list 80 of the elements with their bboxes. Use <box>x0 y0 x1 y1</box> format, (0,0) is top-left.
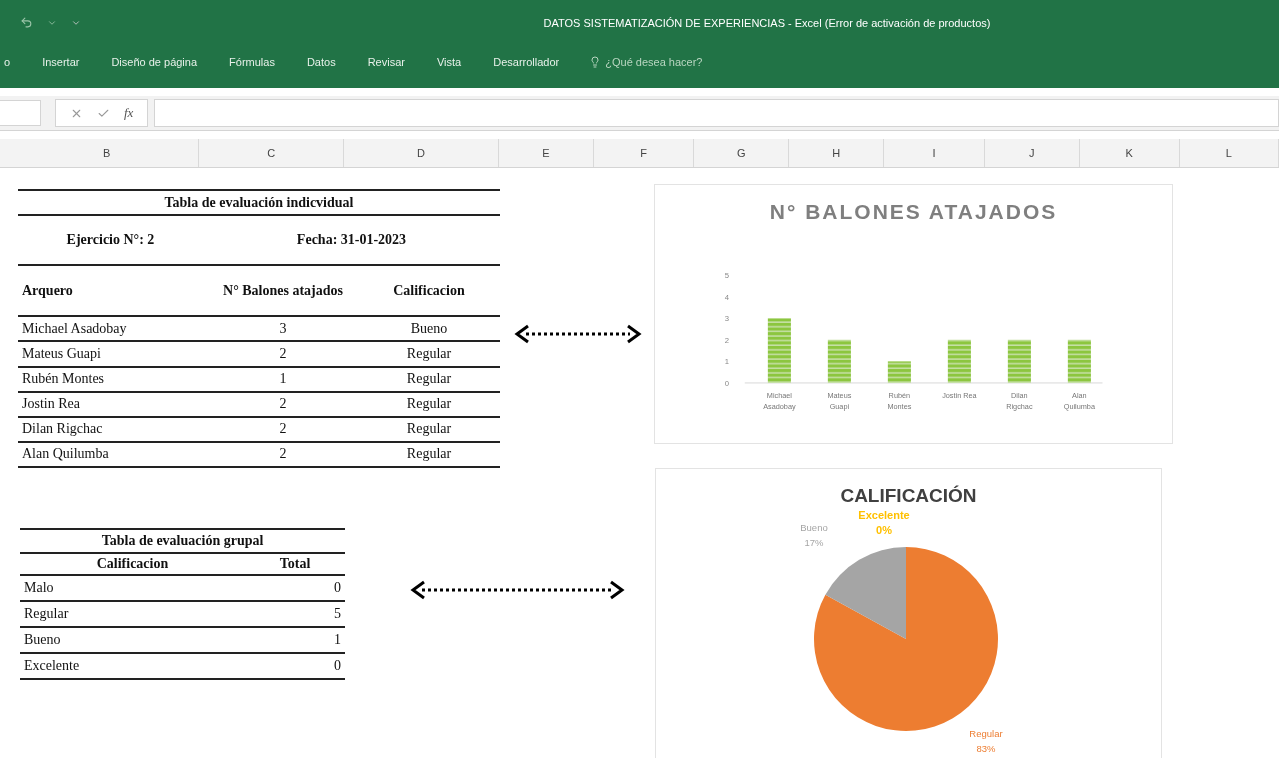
slice-label: Bueno 17% <box>800 522 828 548</box>
table-cell-text: Dilan Rigchac <box>21 421 104 438</box>
column-header[interactable]: K <box>1079 139 1180 167</box>
column-heading: Arquero <box>21 282 74 299</box>
table-cell-text: Regular <box>405 446 453 463</box>
chart-title: CALIFICACIÓN <box>840 485 977 507</box>
lightbulb-icon <box>589 56 602 68</box>
table-cell-text: 0 <box>333 658 342 674</box>
column-heading: Total <box>278 556 312 572</box>
table-cell-text: Malo <box>23 580 55 596</box>
bar <box>1067 339 1091 383</box>
tell-me-field[interactable]: ¿Qué desea hacer? <box>575 56 703 68</box>
date-label: Fecha: 31-01-2023 <box>295 232 408 249</box>
ribbon-tab[interactable]: Diseño de página <box>95 45 214 79</box>
bar <box>947 339 971 383</box>
table-cell-text: 2 <box>278 421 288 438</box>
bar <box>827 339 851 383</box>
table-cell-text: Jostin Rea <box>21 396 81 413</box>
column-header[interactable]: H <box>789 139 885 167</box>
ribbon-tab[interactable]: Insertar <box>26 45 96 79</box>
column-heading: N° Balones atajados <box>222 282 344 299</box>
table-cell-text: 0 <box>333 580 342 596</box>
table-title: Tabla de evaluación indicvidual <box>18 189 500 216</box>
column-header[interactable]: G <box>694 139 790 167</box>
table-cell-text: 1 <box>278 371 288 388</box>
column-header[interactable]: J <box>984 139 1080 167</box>
table-title: Tabla de evaluación grupal <box>20 528 345 554</box>
axis-tick-label: 5 <box>724 271 729 281</box>
table-cell-text: Regular <box>405 421 453 438</box>
ribbon-tab[interactable]: Fórmulas <box>213 45 291 79</box>
ribbon-tab[interactable]: Desarrollador <box>477 45 576 79</box>
bar <box>1007 339 1031 383</box>
column-header[interactable]: L <box>1179 139 1279 167</box>
table-cell-text: Regular <box>405 396 453 413</box>
double-arrow-icon <box>514 324 642 344</box>
slice-label: Regular 83% <box>969 728 1003 754</box>
double-arrow-icon <box>410 580 625 600</box>
bar <box>887 361 911 383</box>
ribbon-tab[interactable]: Vista <box>420 45 478 79</box>
axis-tick-label: 2 <box>724 335 729 345</box>
table-cell-text: 5 <box>333 606 342 622</box>
axis-tick-label: 0 <box>724 379 729 388</box>
table-cell-text: Rubén Montes <box>21 371 106 388</box>
table-cell-text: Regular <box>405 371 453 388</box>
table-cell-text: Bueno <box>23 632 62 648</box>
undo-icon[interactable] <box>20 16 33 29</box>
exercise-label: Ejercicio N°: 2 <box>65 232 156 249</box>
window-title: DATOS SISTEMATIZACIÓN DE EXPERIENCIAS - Excel (Error de activación de productos) <box>542 16 992 29</box>
table-cell-text: 3 <box>278 320 288 337</box>
column-header[interactable]: E <box>498 139 594 167</box>
table-cell-text: 2 <box>278 346 288 362</box>
table-cell-text: Excelente <box>23 658 81 674</box>
bar <box>767 318 791 383</box>
table-cell-text: Mateus Guapi <box>21 346 102 362</box>
ribbon-tab[interactable]: Revisar <box>351 45 421 79</box>
column-header[interactable]: B <box>15 139 200 167</box>
slice-label: Excelente 0% <box>858 509 910 536</box>
table-cell-text: Bueno <box>409 320 449 337</box>
ribbon-tab[interactable]: o <box>0 45 27 79</box>
formula-input[interactable] <box>154 99 1279 127</box>
ribbon-tab[interactable]: Datos <box>290 45 352 79</box>
axis-tick-label: 3 <box>724 314 729 324</box>
table-cell-text: 2 <box>278 446 288 463</box>
name-box[interactable] <box>0 100 41 126</box>
column-header[interactable]: C <box>199 139 345 167</box>
axis-tick-label: 4 <box>724 292 729 302</box>
column-heading: Calificacion <box>392 282 466 299</box>
chart-title: N° BALONES ATAJADOS <box>769 200 1058 224</box>
table-cell-text: Alan Quilumba <box>21 446 110 463</box>
column-heading: Calificacion <box>95 556 170 572</box>
table-cell-text: 1 <box>333 632 342 648</box>
table-cell-text: Regular <box>23 606 70 622</box>
column-header[interactable]: I <box>884 139 985 167</box>
table-cell-text: 2 <box>278 396 288 413</box>
table-cell-text: Michael Asadobay <box>21 320 128 337</box>
axis-tick-label: 1 <box>724 357 729 367</box>
column-header[interactable]: F <box>593 139 695 167</box>
insert-function-button[interactable]: fx <box>124 105 134 121</box>
table-cell-text: Regular <box>405 346 453 362</box>
column-header[interactable]: D <box>344 139 499 167</box>
